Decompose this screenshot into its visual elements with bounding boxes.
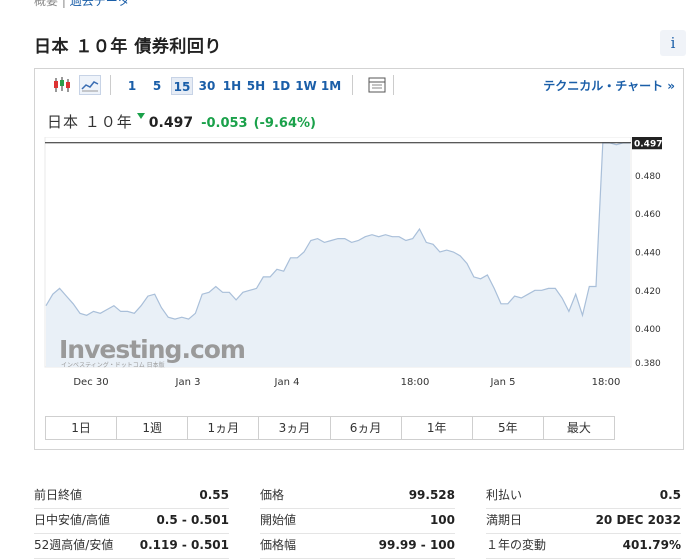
stats-column: 前日終値 0.55 日中安値/高値 0.5 - 0.501 52週高値/安値 0.11… [34,484,229,559]
x-tick-label: Jan 4 [274,377,300,388]
investing-watermark: Investing.com インベスティング・ドットコム 日本版 [59,335,246,369]
stat-row: 利払い 0.5 [486,484,681,509]
range-max[interactable]: 最大 [544,417,614,439]
timeframe-1m[interactable]: 1M [319,77,343,95]
timeframe-15[interactable]: 15 [171,77,193,95]
stat-label: 日中安値/高値 [34,513,111,527]
stat-label: 満期日 [486,513,523,527]
range-1m[interactable]: 1ヵ月 [188,417,260,439]
timeframe-5[interactable]: 5 [148,77,166,95]
last-price: 0.497 [148,115,194,131]
stat-label: 開始値 [260,513,297,527]
stats-column: 利払い 0.5 満期日 20 DEC 2032 １年の変動 401.79% [486,484,681,559]
stat-row: 満期日 20 DEC 2032 [486,509,681,534]
timeframe-1d[interactable]: 1D [270,77,292,95]
x-tick-label: Dec 30 [73,377,108,388]
stat-label: 価格 [260,488,285,502]
stats-column: 価格 99.528 開始値 100 価格幅 99.99 - 100 [260,484,455,559]
area-chart-icon[interactable] [79,75,101,95]
page-title: 日本 １０年 債券利回り [34,37,222,57]
price-change-percent: (-9.64%) [253,116,316,131]
timeframe-30[interactable]: 30 [196,77,218,95]
toolbar-divider [352,75,353,95]
stat-row: 価格 99.528 [260,484,455,509]
overview-link[interactable]: 概要 [34,0,58,8]
x-tick-label: 18:00 [401,377,430,388]
timeframe-1w[interactable]: 1W [294,77,318,95]
historical-data-link[interactable]: 過去データ [70,0,130,8]
stat-value: 0.5 [659,488,681,502]
y-tick-label: 0.400 [635,325,661,335]
stat-row: 52週高値/安値 0.119 - 0.501 [34,534,229,559]
x-tick-label: 18:00 [592,377,621,388]
stat-label: 利払い [486,488,523,502]
y-tick-label: 0.440 [635,249,661,259]
range-selector: 1日 1週 1ヵ月 3ヵ月 6ヵ月 1年 5年 最大 [45,416,615,440]
stat-row: 日中安値/高値 0.5 - 0.501 [34,509,229,534]
technical-chart-link[interactable]: テクニカル・チャート » [543,77,675,94]
stat-value: 0.5 - 0.501 [156,513,229,527]
toolbar-divider [393,75,394,95]
y-tick-label: 0.380 [635,359,661,369]
stat-row: １年の変動 401.79% [486,534,681,559]
stat-value: 20 DEC 2032 [595,513,681,527]
timeframe-5h[interactable]: 5H [245,77,267,95]
range-6m[interactable]: 6ヵ月 [331,417,402,439]
range-1d[interactable]: 1日 [46,417,118,439]
stat-label: 前日終値 [34,488,83,502]
stat-row: 価格幅 99.99 - 100 [260,534,455,559]
y-tick-label: 0.460 [635,210,661,220]
top-nav-fragment: 概要 | 過去データ [34,0,130,9]
y-tick-label: 0.480 [635,172,661,182]
timeframe-1h[interactable]: 1H [221,77,243,95]
x-tick-label: Jan 5 [490,377,516,388]
stat-value: 0.55 [199,488,229,502]
y-tick-label: 0.420 [635,287,661,297]
info-icon[interactable]: i [660,30,686,56]
quote-header: 日本 １０年 0.497 -0.053 (-9.64%) [47,111,316,131]
current-price-label: 0.497 [634,139,662,149]
chart-toolbar: 1 5 15 30 1H 5H 1D 1W 1M テクニカル・チャート » [35,69,683,101]
chart-panel: 1 5 15 30 1H 5H 1D 1W 1M テクニカル・チャート » 日本… [34,68,684,450]
range-5y[interactable]: 5年 [473,417,544,439]
price-change: -0.053 [201,116,248,131]
range-1w[interactable]: 1週 [117,417,189,439]
stat-row: 前日終値 0.55 [34,484,229,509]
stat-row: 開始値 100 [260,509,455,534]
table-icon[interactable] [367,75,389,95]
toolbar-divider [110,75,111,95]
range-1y[interactable]: 1年 [402,417,473,439]
range-3m[interactable]: 3ヵ月 [259,417,331,439]
watermark-text: Investing.com [59,335,245,364]
price-chart[interactable]: 0.497 0.400 0.420 0.440 0.460 0.480 0.380 Dec… [35,137,685,412]
down-arrow-icon [136,113,145,119]
timeframe-1[interactable]: 1 [123,77,141,95]
watermark-subtext: インベスティング・ドットコム 日本版 [61,361,165,369]
x-tick-label: Jan 3 [175,377,201,388]
candlestick-icon[interactable] [51,75,73,95]
instrument-name: 日本 １０年 [47,113,133,131]
stat-value: 99.528 [408,488,455,502]
stat-value: 100 [429,513,455,527]
